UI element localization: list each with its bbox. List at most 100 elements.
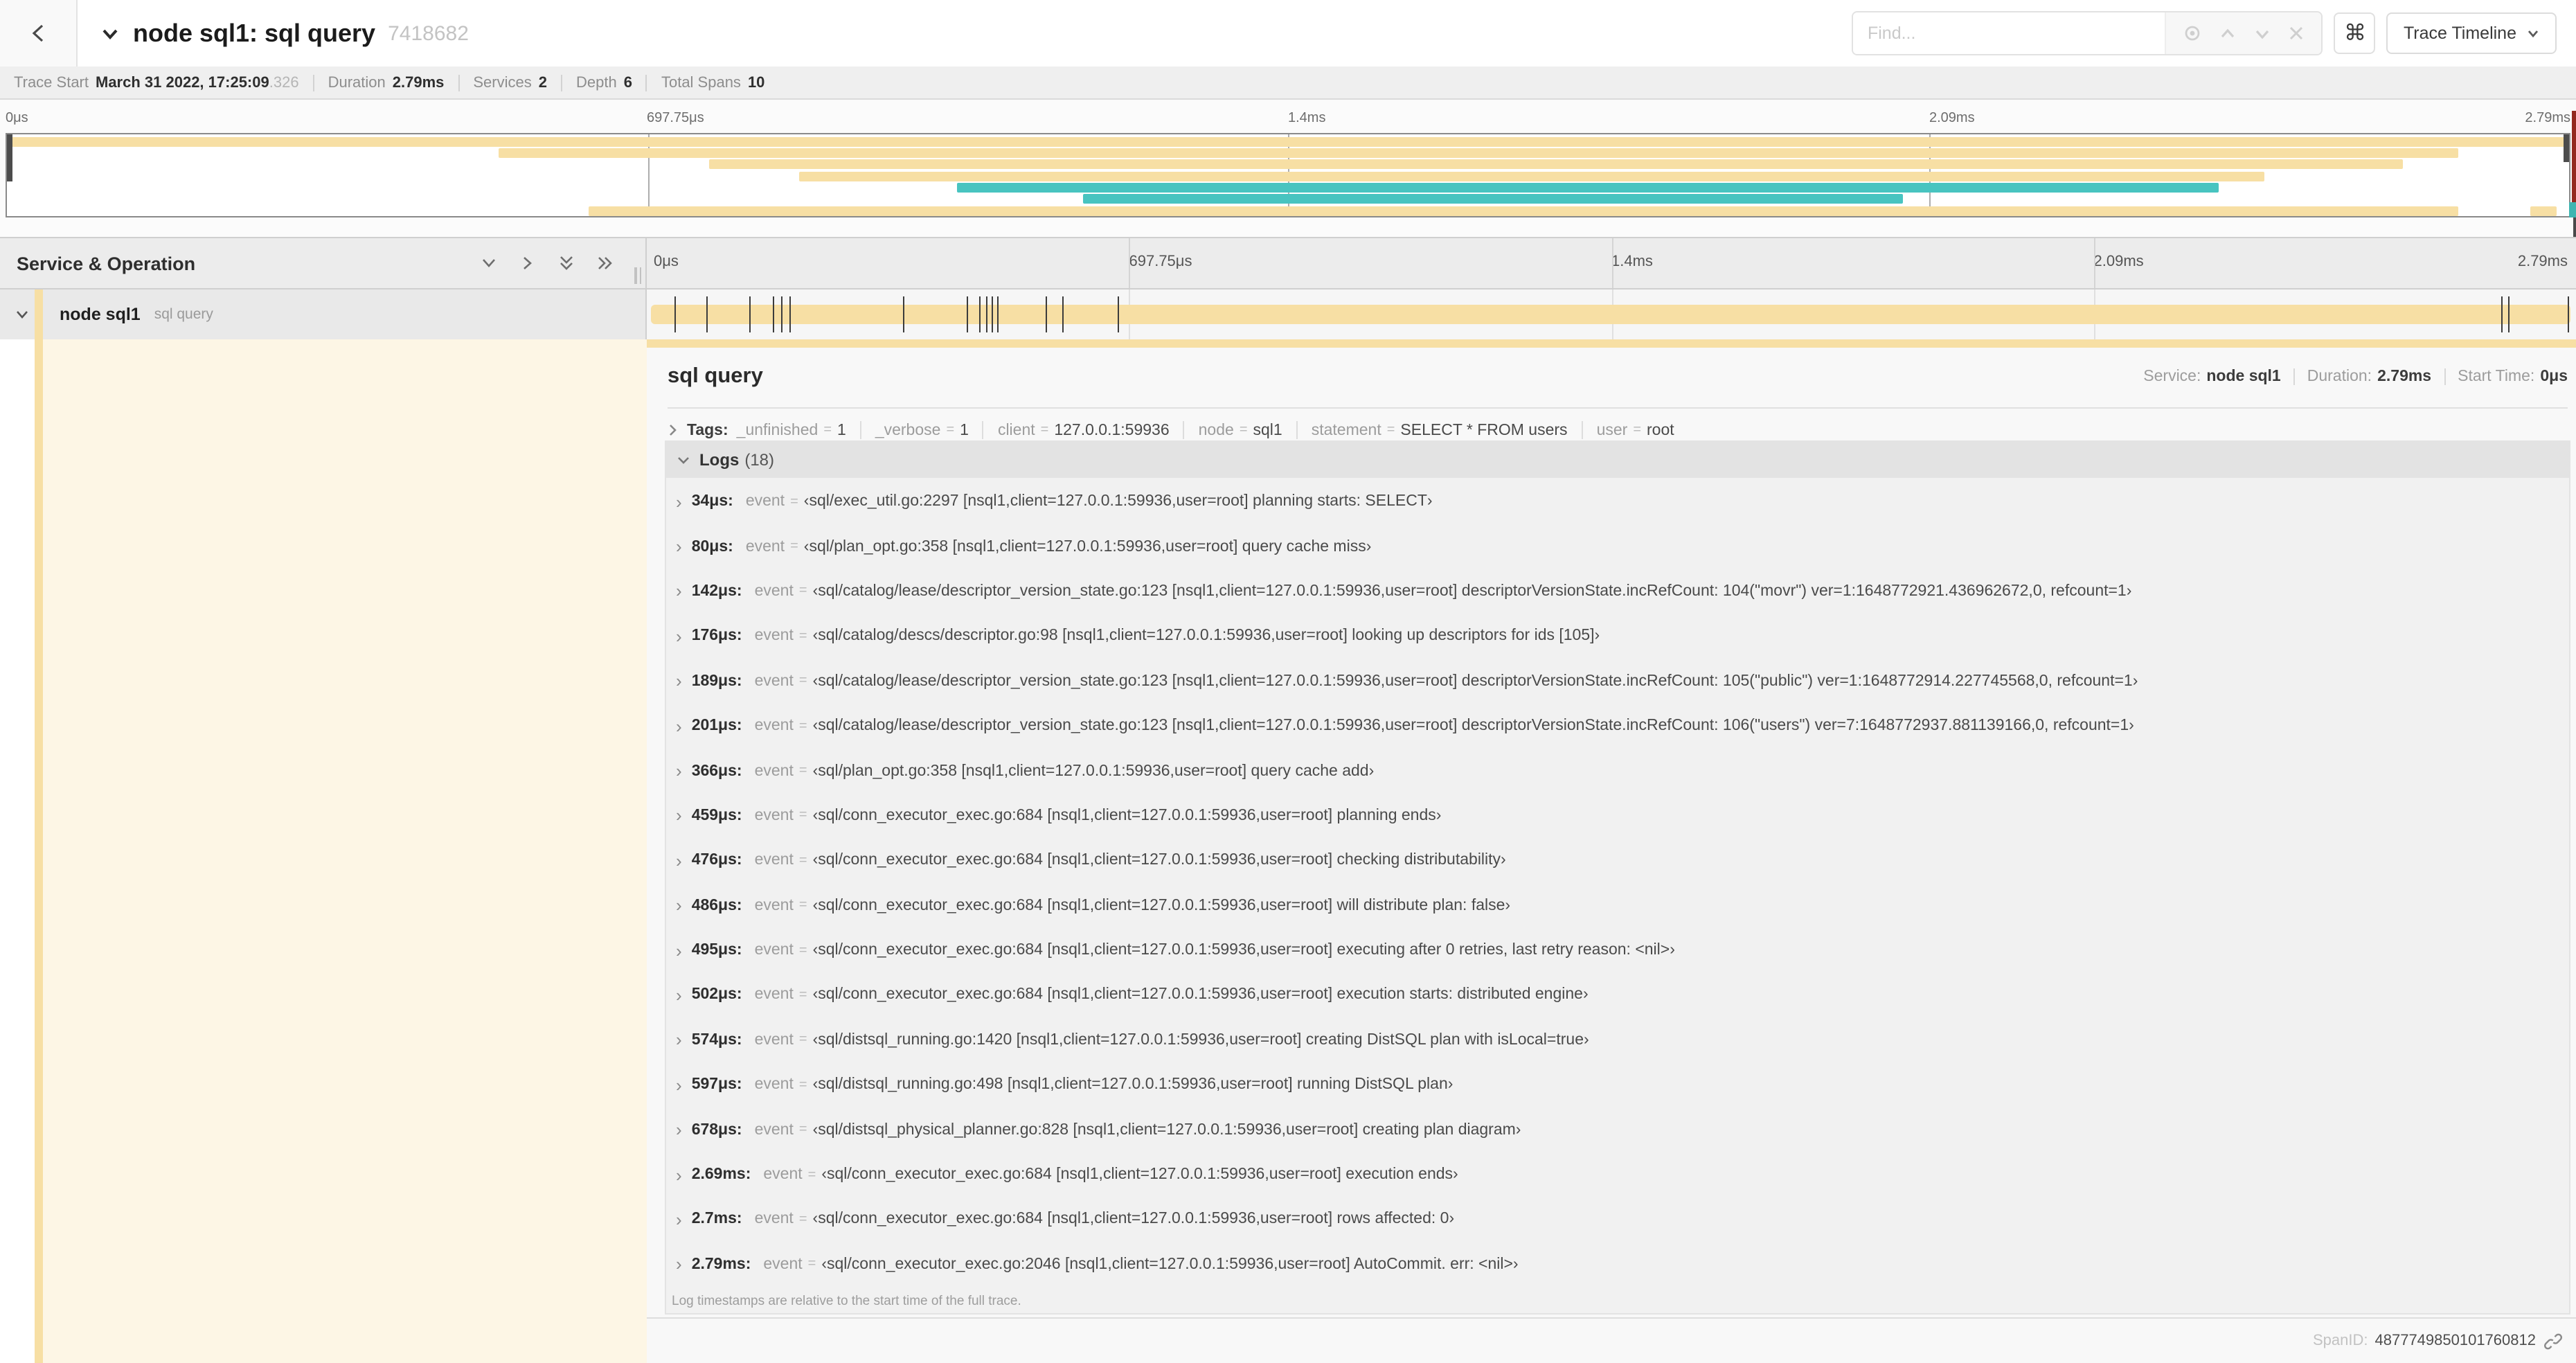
chevron-right-icon: ›	[676, 625, 682, 647]
chevron-right-icon: ›	[676, 1209, 682, 1230]
deep-link-icon[interactable]	[2544, 1332, 2562, 1350]
log-row[interactable]: › 34μs: event = ‹sql/exec_util.go:2297 [nsql…	[666, 479, 2569, 524]
timeline-drag-marker	[2572, 111, 2576, 217]
log-row[interactable]: › 176μs: event = ‹sql/catalog/descs/descript…	[666, 614, 2569, 659]
summary-value: 2	[538, 74, 547, 91]
log-timestamp: 597μs:	[691, 1076, 742, 1094]
span-row-name-cell[interactable]: node sql1 sql query	[0, 289, 647, 339]
tag-key: _unfinished	[736, 422, 819, 438]
log-row[interactable]: › 597μs: event = ‹sql/distsql_running.go:498…	[666, 1062, 2569, 1107]
timeline-minimap: 0μs 697.75μs 1.4ms 2.09ms 2.79ms	[0, 100, 2576, 238]
summary-value: March 31 2022, 17:25:09.326	[96, 74, 299, 91]
log-row[interactable]: › 2.7ms: event = ‹sql/conn_executor_exec.go:…	[666, 1197, 2569, 1242]
log-event-tick	[996, 296, 999, 332]
log-row[interactable]: › 459μs: event = ‹sql/conn_executor_exec.go:…	[666, 793, 2569, 838]
expand-one-icon[interactable]	[518, 253, 537, 273]
log-event-tick	[992, 296, 994, 332]
find-input[interactable]	[1853, 12, 2165, 54]
log-row[interactable]: › 502μs: event = ‹sql/conn_executor_exec.go:…	[666, 973, 2569, 1018]
log-field-name: event	[763, 1166, 803, 1184]
span-service-name: node sql1	[60, 305, 141, 324]
log-row[interactable]: › 201μs: event = ‹sql/catalog/lease/descript…	[666, 704, 2569, 749]
minimap-left-handle[interactable]	[7, 134, 12, 181]
duration-value: 2.79ms	[2377, 368, 2432, 385]
chevron-right-icon: ›	[676, 760, 682, 782]
log-row[interactable]: › 2.69ms: event = ‹sql/conn_executor_exec.go…	[666, 1152, 2569, 1197]
chevron-down-icon[interactable]	[100, 23, 120, 44]
log-row[interactable]: › 189μs: event = ‹sql/catalog/lease/descript…	[666, 659, 2569, 704]
collapse-all-icon[interactable]	[557, 253, 576, 273]
chevron-right-icon: ›	[676, 1029, 682, 1051]
log-event-tick	[789, 296, 791, 332]
log-row[interactable]: › 678μs: event = ‹sql/distsql_physical_plann…	[666, 1107, 2569, 1152]
clear-find-icon[interactable]	[2289, 25, 2305, 42]
equals-sign: =	[798, 898, 807, 914]
minimap-right-handle[interactable]	[2564, 134, 2569, 162]
log-row[interactable]: › 80μs: event = ‹sql/plan_opt.go:358 [nsql1,…	[666, 524, 2569, 569]
view-options-label: Trace Timeline	[2403, 24, 2516, 43]
log-field-name: event	[754, 1076, 794, 1094]
log-field-value: ‹sql/conn_executor_exec.go:684 [nsql1,cl…	[812, 852, 1506, 869]
view-options-button[interactable]: Trace Timeline	[2386, 12, 2557, 54]
tags-label: Tags:	[687, 422, 728, 438]
tags-toggle[interactable]: Tags:	[665, 422, 737, 438]
keyboard-shortcuts-button[interactable]: ⌘	[2334, 12, 2376, 54]
equals-sign: =	[1239, 422, 1248, 438]
timeline-axis-header: 0μs 697.75μs 1.4ms 2.09ms 2.79ms	[647, 238, 2576, 288]
log-timestamp: 34μs:	[691, 493, 733, 510]
axis-tick-label: 1.4ms	[1611, 253, 1653, 270]
minimap-scrubber[interactable]	[6, 133, 2570, 217]
axis-tick-label: 1.4ms	[1288, 111, 1326, 126]
chevron-right-icon: ›	[676, 670, 682, 692]
span-duration-bar[interactable]	[651, 296, 2570, 332]
log-field-name: event	[754, 582, 794, 600]
log-row[interactable]: › 366μs: event = ‹sql/plan_opt.go:358 [nsql1…	[666, 749, 2569, 794]
trace-summary-bar: Trace Start March 31 2022, 17:25:09.326 Du…	[0, 66, 2576, 100]
locate-icon[interactable]	[2183, 24, 2203, 43]
log-row[interactable]: › 495μs: event = ‹sql/conn_executor_exec.go:…	[666, 928, 2569, 973]
log-field-name: event	[754, 807, 794, 824]
back-button[interactable]	[0, 0, 78, 66]
equals-sign: =	[807, 1167, 816, 1183]
chevron-down-icon[interactable]	[14, 306, 30, 323]
minimap-span-bar	[2530, 206, 2557, 216]
next-match-icon[interactable]	[2254, 24, 2272, 42]
logs-header[interactable]: Logs (18)	[666, 442, 2569, 478]
axis-tick-label: 697.75μs	[1129, 253, 1192, 270]
equals-sign: =	[798, 987, 807, 1003]
tag-value: SELECT * FROM users	[1400, 422, 1568, 438]
chevron-down-icon	[2526, 26, 2540, 40]
equals-sign: =	[798, 718, 807, 734]
log-row[interactable]: › 2.79ms: event = ‹sql/conn_executor_exec.go…	[666, 1242, 2569, 1287]
expand-all-icon[interactable]	[596, 253, 615, 273]
collapse-one-icon[interactable]	[479, 253, 499, 273]
log-timestamp: 459μs:	[691, 807, 742, 824]
log-event-tick	[2568, 296, 2570, 332]
column-resizer-grip[interactable]	[634, 267, 641, 284]
equals-sign: =	[807, 1256, 816, 1272]
log-field-name: event	[754, 897, 794, 914]
chevron-right-icon: ›	[676, 1164, 682, 1186]
log-row[interactable]: › 486μs: event = ‹sql/conn_executor_exec.go:…	[666, 883, 2569, 928]
log-timestamp: 486μs:	[691, 897, 742, 914]
summary-label: Services	[473, 74, 532, 91]
equals-sign: =	[798, 1211, 807, 1227]
log-row[interactable]: › 142μs: event = ‹sql/catalog/lease/descript…	[666, 569, 2569, 614]
tag-item: _verbose = 1	[875, 422, 969, 438]
summary-item: Total Spans 10	[661, 74, 764, 91]
axis-tick-label: 2.79ms	[2525, 111, 2570, 126]
summary-value: 10	[747, 74, 765, 91]
log-field-value: ‹sql/exec_util.go:2297 [nsql1,client=127…	[803, 493, 1433, 510]
tag-key: user	[1596, 422, 1628, 438]
summary-label: Duration	[328, 74, 386, 91]
log-row[interactable]: › 574μs: event = ‹sql/distsql_running.go:142…	[666, 1017, 2569, 1062]
axis-tick-label: 0μs	[6, 111, 28, 126]
prev-match-icon[interactable]	[2219, 24, 2237, 42]
duration-label: Duration:	[2307, 368, 2372, 385]
tag-divider	[1581, 421, 1583, 439]
equals-sign: =	[1386, 422, 1395, 438]
log-row[interactable]: › 476μs: event = ‹sql/conn_executor_exec.go:…	[666, 838, 2569, 883]
tag-value: root	[1647, 422, 1674, 438]
log-event-tick	[674, 296, 677, 332]
summary-label: Trace Start	[14, 74, 89, 91]
